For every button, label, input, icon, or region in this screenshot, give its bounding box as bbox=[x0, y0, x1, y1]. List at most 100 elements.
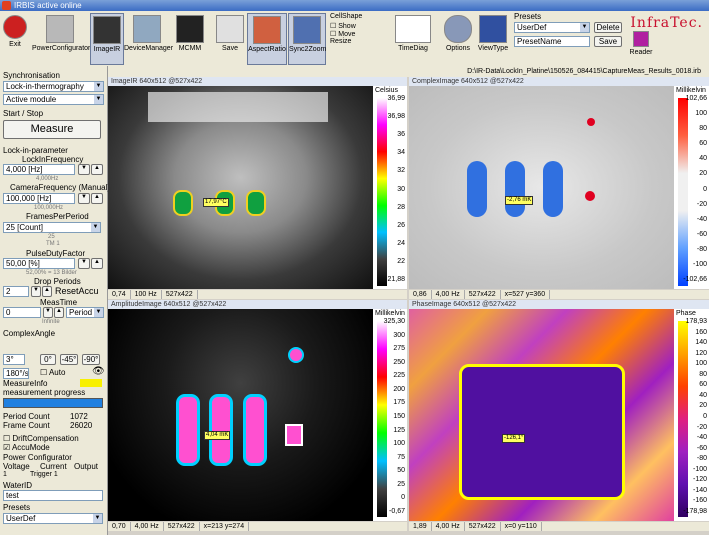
aspect-ratio-button[interactable]: AspectRatio bbox=[247, 13, 287, 65]
status-indicator bbox=[80, 379, 102, 387]
cellshape-group: CellShape ☐ Show ☐ Move Resize bbox=[330, 13, 386, 61]
exit-icon bbox=[3, 15, 27, 39]
delete-preset-button[interactable]: Delete bbox=[594, 22, 622, 33]
water-id-value: test bbox=[6, 491, 19, 500]
scale-tick-label: -100 bbox=[692, 465, 707, 473]
image-ir-button[interactable]: ImageIR bbox=[90, 13, 124, 65]
preset-name-input[interactable]: PresetName bbox=[514, 36, 590, 47]
mcmm-button[interactable]: MCMM bbox=[174, 13, 206, 63]
exit-button[interactable]: Exit bbox=[2, 13, 28, 63]
ir-scale-bar bbox=[377, 98, 387, 286]
scale-tick-label: 100 bbox=[695, 110, 707, 118]
left-preset-select[interactable]: UserDef ▼ bbox=[3, 513, 103, 524]
reset-accu-button[interactable]: ResetAccu bbox=[55, 286, 99, 296]
chevron-down-icon: ▼ bbox=[93, 514, 102, 523]
device-manager-button[interactable]: DeviceManager bbox=[124, 13, 173, 63]
save-preset-button[interactable]: Save bbox=[594, 36, 622, 47]
duty-down-button[interactable]: ▼ bbox=[78, 258, 90, 269]
angle-0-button[interactable]: 0° bbox=[40, 354, 56, 365]
move-resize-option[interactable]: ☐ Move Resize bbox=[330, 30, 386, 45]
amplitude-image-view[interactable]: 4,04 mK bbox=[108, 309, 373, 521]
file-path: D:\IR-Data\LockIn_Platine\150526_084415\… bbox=[108, 66, 709, 77]
scale-tick-label: 21,88 bbox=[387, 276, 405, 283]
eye-icon[interactable]: 👁 bbox=[92, 366, 105, 377]
amplitude-color-scale: Millikelvin 325,30 300 275 250 225 200 175 150 1… bbox=[373, 309, 407, 521]
auto-checkbox[interactable]: ☐ Auto bbox=[40, 368, 65, 377]
save-button[interactable]: Save bbox=[216, 13, 244, 63]
options-button[interactable]: Options bbox=[443, 13, 473, 63]
preset-name-value: PresetName bbox=[517, 37, 562, 46]
frames-value: 25 [Count] bbox=[6, 223, 43, 232]
duty-label: PulseDutyFactor bbox=[26, 249, 86, 258]
mcmm-icon bbox=[176, 15, 204, 43]
drop-down-button[interactable]: ▼ bbox=[31, 286, 41, 297]
angle-input[interactable]: 3° bbox=[3, 354, 25, 365]
preset-select[interactable]: UserDef ▼ bbox=[514, 22, 590, 33]
scale-tick-label: -20 bbox=[696, 200, 707, 208]
complex-footer-value: 0,86 bbox=[409, 290, 432, 299]
current-header: Current bbox=[40, 462, 67, 471]
infratec-logo: InfraTec. bbox=[630, 15, 703, 31]
frames-select[interactable]: 25 [Count] ▼ bbox=[3, 222, 101, 233]
complex-hotspot bbox=[587, 118, 595, 126]
lockin-freq-up-button[interactable]: ▲ bbox=[91, 164, 103, 175]
presets-label: Presets bbox=[3, 503, 31, 512]
phase-footer-freq: 4,00 Hz bbox=[432, 522, 465, 531]
angle-minus45-button[interactable]: -45° bbox=[60, 354, 78, 365]
meas-time-up-button[interactable]: ▲ bbox=[54, 307, 64, 318]
scale-tick-label: 250 bbox=[393, 358, 405, 366]
water-id-input[interactable]: test bbox=[3, 490, 103, 501]
scale-tick-label: 36,99 bbox=[387, 95, 405, 102]
sync-zoom-icon bbox=[293, 16, 321, 44]
power-conf-label: Power Configurator bbox=[3, 453, 72, 462]
measure-button[interactable]: Measure bbox=[3, 120, 101, 139]
time-diag-button[interactable]: TimeDiag bbox=[392, 13, 434, 63]
power-configurator-label: PowerConfigurator bbox=[32, 45, 91, 52]
app-icon bbox=[2, 1, 11, 10]
module-select[interactable]: Active module ▼ bbox=[3, 94, 104, 105]
water-id-label: WaterID bbox=[3, 481, 33, 490]
reader-button[interactable]: Reader bbox=[626, 29, 656, 63]
drop-up-button[interactable]: ▲ bbox=[42, 286, 52, 297]
save-icon bbox=[216, 15, 244, 43]
meas-time-down-button[interactable]: ▼ bbox=[43, 307, 53, 318]
phase-panel-header: PhaseImage 640x512 @527x422 bbox=[409, 300, 709, 309]
phase-scale-bar bbox=[678, 321, 688, 517]
scale-tick-label: 30 bbox=[397, 185, 405, 193]
scale-tick-label: -80 bbox=[696, 455, 707, 463]
duty-up-button[interactable]: ▲ bbox=[91, 258, 103, 269]
frames-hint: 25 bbox=[48, 234, 55, 240]
phase-image-view[interactable]: -126,1° bbox=[409, 309, 674, 521]
device-manager-icon bbox=[133, 15, 161, 43]
power-configurator-button[interactable]: PowerConfigurator bbox=[32, 13, 91, 63]
phase-panel-footer: 1,89 4,00 Hz 527x422 x=0 y=110 bbox=[409, 522, 709, 531]
camera-freq-hint: 100,000Hz bbox=[34, 205, 64, 211]
camera-freq-down-button[interactable]: ▼ bbox=[78, 193, 90, 204]
move-resize-label: Move Resize bbox=[330, 31, 356, 45]
amplitude-blob bbox=[285, 424, 303, 446]
complex-image-view[interactable]: -2,76 mK bbox=[409, 86, 674, 289]
progress-bar bbox=[3, 398, 103, 408]
lockin-freq-down-button[interactable]: ▼ bbox=[78, 164, 90, 175]
preset-select-value: UserDef bbox=[517, 23, 547, 32]
lockin-freq-input[interactable]: 4,000 [Hz] bbox=[3, 164, 75, 175]
meas-time-unit-select[interactable]: Period ▼ bbox=[66, 307, 104, 318]
camera-freq-input[interactable]: 100,000 [Hz] bbox=[3, 193, 75, 204]
drop-periods-input[interactable]: 2 bbox=[3, 286, 29, 297]
duty-input[interactable]: 50,00 [%] bbox=[3, 258, 75, 269]
camera-freq-up-button[interactable]: ▲ bbox=[91, 193, 103, 204]
view-type-button[interactable]: ViewType bbox=[476, 13, 510, 63]
phase-footer-size: 527x422 bbox=[465, 522, 501, 531]
complex-image bbox=[409, 86, 674, 289]
accu-checkbox[interactable]: ☑ AccuMode bbox=[3, 443, 50, 452]
drift-checkbox[interactable]: ☐ DriftCompensation bbox=[3, 434, 79, 443]
angle-rate-select[interactable]: 180°/s bbox=[3, 368, 29, 379]
sync-mode-select[interactable]: Lock-in-thermography ▼ bbox=[3, 81, 104, 92]
scale-tick-label: 325,30 bbox=[383, 318, 405, 325]
sync-zoom-button[interactable]: Sync2Zoom bbox=[288, 13, 326, 65]
scale-tick-label: 36 bbox=[397, 131, 405, 139]
ir-image-view[interactable]: 17,97°C bbox=[108, 86, 373, 289]
show-option[interactable]: ☐ Show bbox=[330, 22, 386, 30]
angle-minus90-button[interactable]: -90° bbox=[82, 354, 100, 365]
meas-time-input[interactable]: 0 bbox=[3, 307, 41, 318]
